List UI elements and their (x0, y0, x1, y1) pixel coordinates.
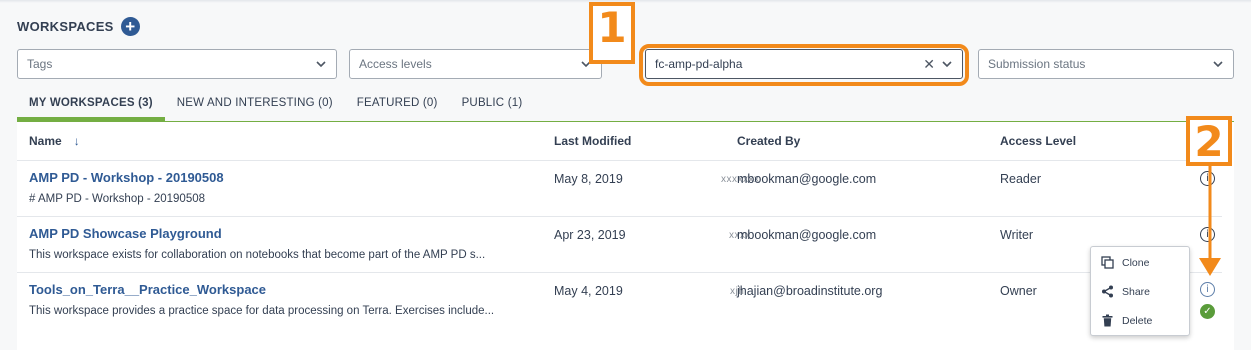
callout-arrow-icon (1199, 164, 1221, 276)
tab-featured[interactable]: FEATURED (0) (345, 95, 450, 121)
workspace-name-link[interactable]: AMP PD Showcase Playground (29, 226, 222, 241)
access-levels-filter[interactable]: Access levels (349, 49, 602, 79)
row-divider (17, 272, 1222, 273)
tab-new-and-interesting[interactable]: NEW AND INTERESTING (0) (165, 95, 345, 121)
access-level: Owner (1000, 284, 1037, 298)
column-header-access-level[interactable]: Access Level (1000, 134, 1076, 148)
menu-item-share-label: Share (1122, 285, 1151, 298)
chevron-down-icon (1213, 61, 1223, 68)
workspaces-table: Name ↓ Last Modified Created By Access Le… (17, 122, 1234, 350)
page-title: WORKSPACES (17, 19, 114, 34)
menu-item-delete[interactable]: Delete (1101, 314, 1152, 327)
menu-item-delete-label: Delete (1122, 314, 1153, 327)
clone-icon (1101, 256, 1114, 269)
column-header-name[interactable]: Name ↓ (29, 134, 80, 148)
created-by: jhajian@broadinstitute.org (737, 284, 883, 298)
last-modified: May 4, 2019 (554, 284, 623, 298)
created-by: mbookman@google.com (737, 172, 877, 186)
workspace-description: This workspace provides a practice space… (29, 305, 495, 317)
row-divider (17, 160, 1222, 161)
workspace-actions-menu: Clone Share Delete (1090, 246, 1190, 336)
workspace-name-link[interactable]: AMP PD - Workshop - 20190508 (29, 170, 224, 185)
created-by: mbookman@google.com (737, 228, 877, 242)
menu-item-clone-label: Clone (1122, 256, 1150, 269)
workspace-tabs: MY WORKSPACES (3) NEW AND INTERESTING (0… (17, 95, 534, 122)
trash-icon (1102, 314, 1113, 327)
menu-item-share[interactable]: Share (1101, 285, 1150, 298)
column-header-last-modified[interactable]: Last Modified (554, 134, 631, 148)
tab-public[interactable]: PUBLIC (1) (450, 95, 535, 121)
tags-filter-placeholder: Tags (27, 57, 53, 71)
workspace-description: # AMP PD - Workshop - 20190508 (29, 193, 206, 205)
submission-status-placeholder: Submission status (988, 57, 1086, 71)
access-levels-placeholder: Access levels (359, 57, 432, 71)
column-header-name-label: Name (29, 134, 62, 148)
row-divider (17, 216, 1222, 217)
share-icon (1102, 285, 1113, 298)
workspace-description: This workspace exists for collaboration … (29, 249, 486, 261)
callout-number-1: 1 (589, 2, 635, 64)
submission-status-filter[interactable]: Submission status (978, 49, 1234, 79)
callout-highlight-1 (639, 44, 969, 86)
tab-my-workspaces[interactable]: MY WORKSPACES (3) (17, 95, 165, 121)
workspaces-header: WORKSPACES + (17, 17, 140, 36)
check-circle-icon: ✓ (1200, 304, 1215, 319)
chevron-down-icon (316, 61, 326, 68)
access-level: Reader (1000, 172, 1041, 186)
last-modified: Apr 23, 2019 (554, 228, 626, 242)
last-modified: May 8, 2019 (554, 172, 623, 186)
menu-item-clone[interactable]: Clone (1101, 256, 1149, 269)
tags-filter[interactable]: Tags (17, 49, 337, 79)
callout-number-2: 2 (1186, 116, 1232, 166)
sort-arrow-down-icon[interactable]: ↓ (74, 134, 80, 148)
info-icon[interactable]: i (1200, 282, 1215, 297)
column-header-created-by[interactable]: Created By (737, 134, 800, 148)
workspace-name-link[interactable]: Tools_on_Terra__Practice_Workspace (29, 282, 266, 297)
plus-circle-icon[interactable]: + (120, 17, 140, 36)
access-level: Writer (1000, 228, 1034, 242)
